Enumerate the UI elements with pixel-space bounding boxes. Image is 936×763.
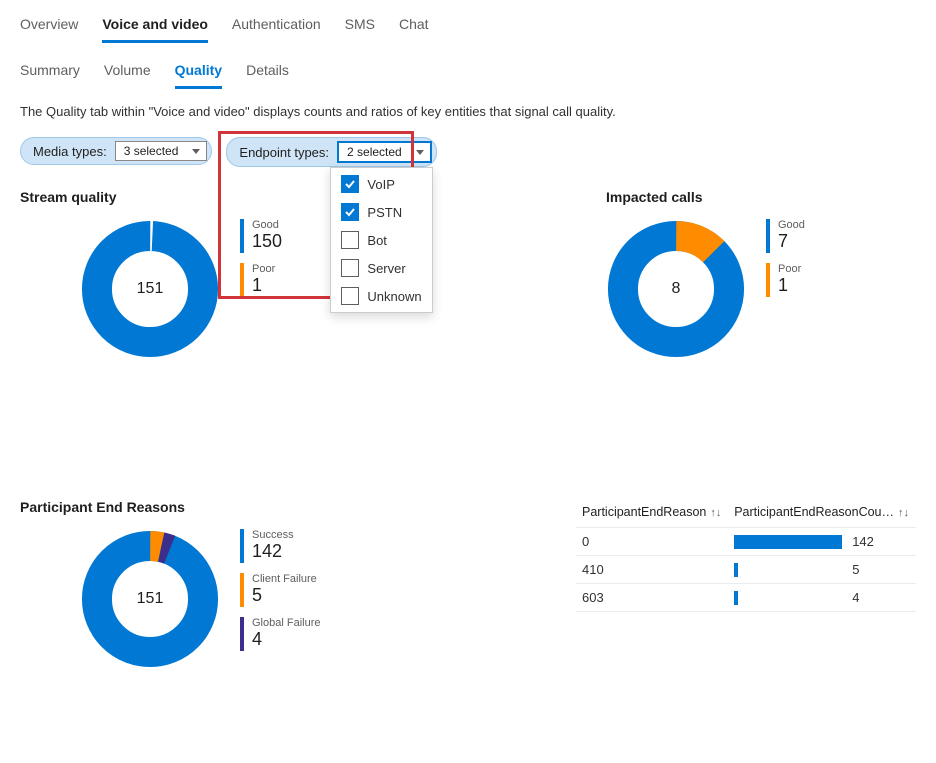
filter-media-select[interactable]: 3 selected bbox=[115, 141, 208, 161]
sub-tabs: Summary Volume Quality Details bbox=[20, 56, 916, 90]
legend: Good 150 Poor 1 bbox=[240, 219, 282, 307]
panel-title: Stream quality bbox=[20, 189, 576, 205]
panel-end-reasons: Participant End Reasons 151 Success 142 bbox=[20, 499, 546, 669]
legend-color bbox=[240, 219, 244, 253]
legend: Success 142 Client Failure 5 Global Fail… bbox=[240, 529, 320, 661]
panel-title: Impacted calls bbox=[606, 189, 916, 205]
legend-color bbox=[240, 529, 244, 563]
chevron-down-icon bbox=[416, 150, 424, 155]
dropdown-item-voip[interactable]: VoIP bbox=[331, 170, 431, 198]
subtab-volume[interactable]: Volume bbox=[104, 56, 151, 89]
checkbox-unknown[interactable] bbox=[341, 287, 359, 305]
cell-count: 142 bbox=[728, 528, 916, 556]
filter-media-label: Media types: bbox=[33, 144, 107, 159]
legend-label: Success bbox=[252, 529, 294, 541]
tab-overview[interactable]: Overview bbox=[20, 10, 78, 43]
col-end-reason[interactable]: ParticipantEndReason↑↓ bbox=[576, 499, 728, 528]
dropdown-label: Bot bbox=[367, 233, 387, 248]
panel-row-1: Stream quality 151 Good 150 bbox=[20, 189, 916, 359]
legend-value: 142 bbox=[252, 541, 294, 562]
legend-value: 1 bbox=[778, 275, 801, 296]
panel-title: Participant End Reasons bbox=[20, 499, 546, 515]
checkbox-pstn[interactable] bbox=[341, 203, 359, 221]
legend-color bbox=[240, 263, 244, 297]
endpoint-dropdown: VoIP PSTN Bot Server Unknown bbox=[330, 167, 432, 313]
subtab-summary[interactable]: Summary bbox=[20, 56, 80, 89]
subtab-quality[interactable]: Quality bbox=[175, 56, 222, 89]
legend-value: 4 bbox=[252, 629, 320, 650]
end-reasons-table: ParticipantEndReason↑↓ ParticipantEndRea… bbox=[576, 499, 916, 612]
tab-description: The Quality tab within "Voice and video"… bbox=[20, 104, 916, 119]
top-tabs: Overview Voice and video Authentication … bbox=[20, 10, 916, 44]
cell-count: 4 bbox=[728, 584, 916, 612]
filter-media-value: 3 selected bbox=[124, 144, 179, 158]
checkbox-voip[interactable] bbox=[341, 175, 359, 193]
col-end-reason-count[interactable]: ParticipantEndReasonCou…↑↓ bbox=[728, 499, 916, 528]
legend-item-good: Good 7 bbox=[766, 219, 805, 253]
checkbox-server[interactable] bbox=[341, 259, 359, 277]
donut-impacted-calls: 8 bbox=[606, 219, 746, 359]
legend-item-poor: Poor 1 bbox=[766, 263, 805, 297]
legend-label: Client Failure bbox=[252, 573, 317, 585]
dropdown-item-unknown[interactable]: Unknown bbox=[331, 282, 431, 310]
cell-reason: 0 bbox=[576, 528, 728, 556]
table-row[interactable]: 603 4 bbox=[576, 584, 916, 612]
donut-total: 151 bbox=[80, 219, 220, 359]
legend-label: Good bbox=[252, 219, 282, 231]
cell-reason: 410 bbox=[576, 556, 728, 584]
donut-total: 8 bbox=[606, 219, 746, 359]
checkbox-bot[interactable] bbox=[341, 231, 359, 249]
panel-stream-quality: Stream quality 151 Good 150 bbox=[20, 189, 576, 359]
legend-color bbox=[766, 219, 770, 253]
legend-color bbox=[240, 573, 244, 607]
donut-stream-quality: 151 bbox=[80, 219, 220, 359]
legend-value: 1 bbox=[252, 275, 275, 296]
legend-value: 150 bbox=[252, 231, 282, 252]
dropdown-label: Server bbox=[367, 261, 405, 276]
tab-chat[interactable]: Chat bbox=[399, 10, 429, 43]
dropdown-item-server[interactable]: Server bbox=[331, 254, 431, 282]
legend-item-success: Success 142 bbox=[240, 529, 320, 563]
panel-impacted-calls: Impacted calls 8 Good 7 bbox=[606, 189, 916, 359]
filter-media-types[interactable]: Media types: 3 selected bbox=[20, 137, 212, 165]
tab-sms[interactable]: SMS bbox=[345, 10, 375, 43]
panel-row-2: Participant End Reasons 151 Success 142 bbox=[20, 499, 916, 669]
chevron-down-icon bbox=[192, 149, 200, 154]
panel-end-reasons-table: ParticipantEndReason↑↓ ParticipantEndRea… bbox=[576, 499, 916, 669]
table-row[interactable]: 410 5 bbox=[576, 556, 916, 584]
cell-count: 5 bbox=[728, 556, 916, 584]
legend-item-global-failure: Global Failure 4 bbox=[240, 617, 320, 651]
legend-value: 7 bbox=[778, 231, 805, 252]
tab-voice-video[interactable]: Voice and video bbox=[102, 10, 208, 43]
legend-item-good: Good 150 bbox=[240, 219, 282, 253]
filter-endpoint-value: 2 selected bbox=[347, 145, 402, 159]
legend-label: Poor bbox=[778, 263, 801, 275]
filter-endpoint-label: Endpoint types: bbox=[239, 145, 329, 160]
legend-label: Good bbox=[778, 219, 805, 231]
dropdown-item-bot[interactable]: Bot bbox=[331, 226, 431, 254]
dropdown-label: Unknown bbox=[367, 289, 421, 304]
subtab-details[interactable]: Details bbox=[246, 56, 289, 89]
legend-value: 5 bbox=[252, 585, 317, 606]
legend: Good 7 Poor 1 bbox=[766, 219, 805, 307]
sort-icon: ↑↓ bbox=[710, 507, 721, 519]
legend-label: Global Failure bbox=[252, 617, 320, 629]
dropdown-label: VoIP bbox=[367, 177, 394, 192]
filter-endpoint-select[interactable]: 2 selected bbox=[337, 141, 432, 163]
filter-endpoint-types[interactable]: Endpoint types: 2 selected bbox=[226, 137, 436, 167]
dropdown-label: PSTN bbox=[367, 205, 402, 220]
legend-color bbox=[766, 263, 770, 297]
legend-color bbox=[240, 617, 244, 651]
donut-total: 151 bbox=[80, 529, 220, 669]
dropdown-item-pstn[interactable]: PSTN bbox=[331, 198, 431, 226]
sort-icon: ↑↓ bbox=[898, 507, 909, 519]
legend-item-poor: Poor 1 bbox=[240, 263, 282, 297]
tab-authentication[interactable]: Authentication bbox=[232, 10, 321, 43]
cell-reason: 603 bbox=[576, 584, 728, 612]
donut-end-reasons: 151 bbox=[80, 529, 220, 669]
legend-label: Poor bbox=[252, 263, 275, 275]
filter-row: Media types: 3 selected Endpoint types: … bbox=[20, 137, 916, 167]
legend-item-client-failure: Client Failure 5 bbox=[240, 573, 320, 607]
table-row[interactable]: 0 142 bbox=[576, 528, 916, 556]
